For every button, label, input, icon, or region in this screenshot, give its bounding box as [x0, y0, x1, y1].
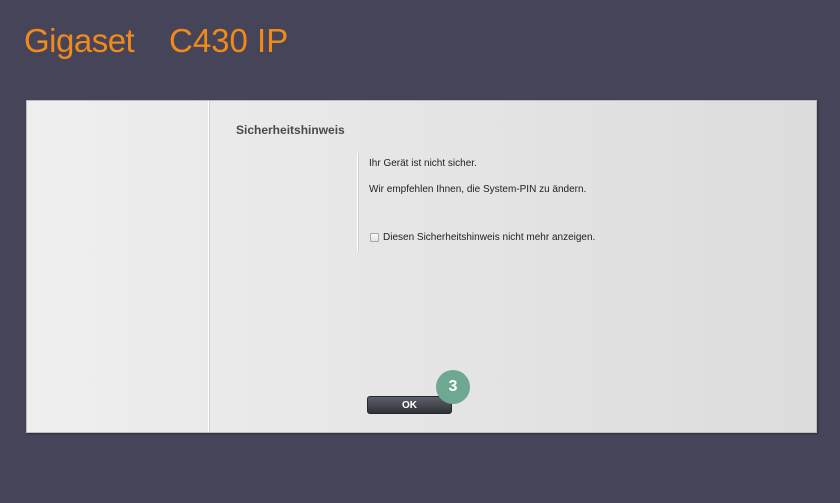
ok-button[interactable]: OK	[367, 396, 452, 414]
content-divider	[357, 153, 358, 251]
page-title: Sicherheitshinweis	[236, 123, 345, 137]
header: Gigaset C430 IP	[0, 0, 840, 100]
hide-notice-label[interactable]: Diesen Sicherheitshinweis nicht mehr anz…	[383, 232, 595, 243]
security-message-line2: Wir empfehlen Ihnen, die System-PIN zu ä…	[369, 184, 587, 195]
main-panel: Sicherheitshinweis Ihr Gerät ist nicht s…	[26, 100, 817, 433]
hide-notice-checkbox-row[interactable]: Diesen Sicherheitshinweis nicht mehr anz…	[370, 232, 595, 243]
security-message-line1: Ihr Gerät ist nicht sicher.	[369, 158, 477, 169]
step-number-badge: 3	[436, 370, 470, 404]
brand-logo: Gigaset	[24, 22, 135, 59]
model-name: C430 IP	[169, 22, 289, 59]
hide-notice-checkbox[interactable]	[370, 233, 379, 242]
sidebar	[27, 101, 209, 432]
